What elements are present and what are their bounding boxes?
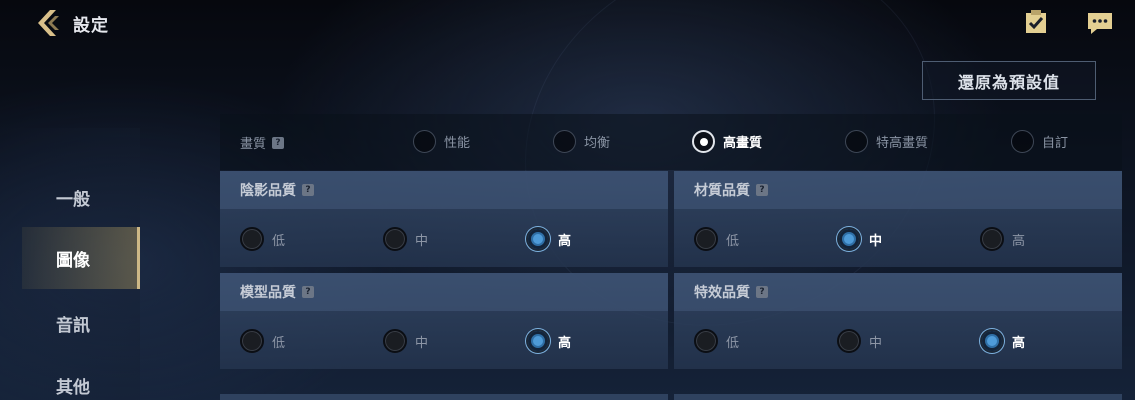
option-label: 中 [869,233,883,249]
model-option-medium[interactable]: 中 [383,329,428,353]
texture-option-medium[interactable]: 中 [837,227,882,251]
option-label: 中 [415,233,429,249]
back-button[interactable] [34,8,64,38]
card-title-text: 模型品質 [240,285,296,301]
shadow-option-low[interactable]: 低 [240,227,285,251]
next-card-left [220,394,668,400]
chat-bubble-icon [1088,13,1112,34]
option-label: 高 [1012,335,1026,351]
effects-option-high[interactable]: 高 [980,329,1025,353]
card-title: 模型品質 ? [220,273,668,311]
clipboard-check-icon [1026,10,1046,33]
radio-icon [837,329,861,353]
card-title-text: 特效品質 [694,285,750,301]
sidebar-item-label: 一般 [56,189,90,210]
quality-label-text: 畫質 [240,137,267,152]
quality-option-label: 均衡 [584,136,611,151]
sidebar-item-label: 音訊 [56,315,90,336]
effects-option-medium[interactable]: 中 [837,329,882,353]
sidebar-item-audio[interactable]: 音訊 [22,292,140,354]
radio-icon [980,227,1004,251]
quality-option-performance[interactable]: 性能 [413,130,470,153]
option-label: 高 [1012,233,1026,249]
help-icon[interactable]: ? [302,184,314,196]
shadow-option-medium[interactable]: 中 [383,227,428,251]
radio-icon [694,227,718,251]
checklist-button[interactable] [1024,9,1050,35]
shadow-option-high[interactable]: 高 [526,227,571,251]
help-icon[interactable]: ? [272,136,285,149]
quality-option-balanced[interactable]: 均衡 [553,130,610,153]
model-quality-card: 模型品質 ? 低 中 高 [220,273,668,369]
card-title: 陰影品質 ? [220,171,668,209]
page-title: 設定 [73,16,109,36]
effects-quality-card: 特效品質 ? 低 中 高 [674,273,1122,369]
radio-icon [240,329,264,353]
quality-option-label: 高畫質 [723,136,763,151]
radio-icon [383,329,407,353]
card-title: 特效品質 ? [674,273,1122,311]
next-card-right [674,394,1122,400]
card-title-text: 陰影品質 [240,183,296,199]
help-icon[interactable]: ? [756,184,768,196]
option-label: 低 [272,233,286,249]
card-title: 材質品質 ? [674,171,1122,209]
shadow-quality-card: 陰影品質 ? 低 中 高 [220,171,668,267]
quality-option-ultra[interactable]: 特高畫質 [845,130,928,153]
quality-option-label: 性能 [444,136,471,151]
option-label: 中 [869,335,883,351]
radio-icon [1011,130,1034,153]
option-label: 低 [272,335,286,351]
sidebar-item-general[interactable]: 一般 [22,166,140,228]
radio-icon [526,227,550,251]
model-option-high[interactable]: 高 [526,329,571,353]
option-label: 中 [415,335,429,351]
option-label: 低 [726,335,740,351]
chat-button[interactable] [1087,11,1113,37]
sidebar-item-label: 圖像 [56,250,90,271]
help-icon[interactable]: ? [302,286,314,298]
radio-icon [694,329,718,353]
reset-defaults-button[interactable]: 還原為預設值 [922,61,1096,100]
radio-icon [240,227,264,251]
quality-preset-row: 畫質 ? 性能 均衡 高畫質 特高畫質 自訂 [220,114,1122,170]
model-option-low[interactable]: 低 [240,329,285,353]
card-title-text: 材質品質 [694,183,750,199]
texture-option-low[interactable]: 低 [694,227,739,251]
option-label: 低 [726,233,740,249]
radio-icon [526,329,550,353]
radio-icon [837,227,861,251]
option-label: 高 [558,233,572,249]
option-label: 高 [558,335,572,351]
quality-label: 畫質 ? [240,133,285,152]
radio-icon [383,227,407,251]
radio-icon [692,130,715,153]
texture-option-high[interactable]: 高 [980,227,1025,251]
quality-option-label: 自訂 [1042,136,1069,151]
radio-icon [980,329,1004,353]
quality-option-label: 特高畫質 [876,136,929,151]
sidebar-item-label: 其他 [56,377,90,398]
quality-option-custom[interactable]: 自訂 [1011,130,1068,153]
radio-icon [413,130,436,153]
texture-quality-card: 材質品質 ? 低 中 高 [674,171,1122,267]
radio-icon [553,130,576,153]
radio-icon [845,130,868,153]
quality-option-high[interactable]: 高畫質 [692,130,762,153]
help-icon[interactable]: ? [756,286,768,298]
sidebar-item-graphics[interactable]: 圖像 [22,227,140,289]
chevron-left-icon [38,10,59,36]
effects-option-low[interactable]: 低 [694,329,739,353]
sidebar-item-other[interactable]: 其他 [22,354,140,400]
